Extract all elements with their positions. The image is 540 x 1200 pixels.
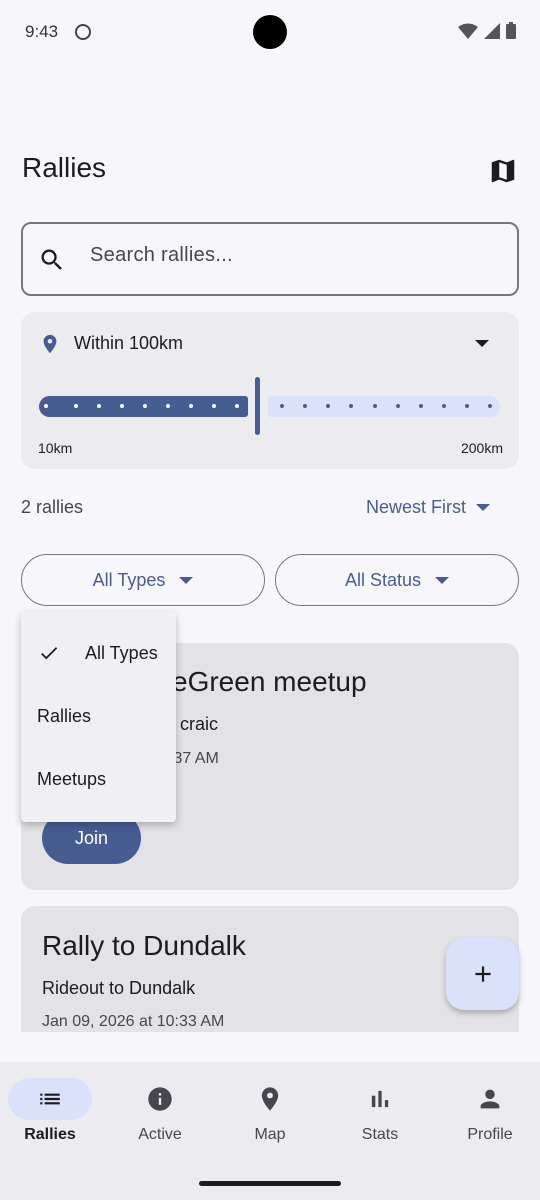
sort-label: Newest First <box>366 497 467 517</box>
type-filter-button[interactable]: All Types <box>21 554 265 606</box>
card-title: Rally to Dundalk <box>42 930 246 961</box>
slider-stop-tick <box>488 404 492 408</box>
chevron-down-icon <box>435 576 450 584</box>
distance-dropdown-caret-icon[interactable] <box>475 340 489 347</box>
page-title: Rallies <box>22 152 107 183</box>
result-count: 2 rallies <box>21 497 84 517</box>
card-subtitle: Rideout to Dundalk <box>42 978 196 998</box>
location-pin-icon <box>43 334 57 354</box>
battery-icon <box>506 22 516 39</box>
rally-card[interactable]: Rally to Dundalk Rideout to Dundalk Jan … <box>21 906 519 1032</box>
wifi-icon <box>458 23 478 39</box>
slider-stop-tick <box>349 404 353 408</box>
chevron-down-icon <box>179 576 194 584</box>
slider-stop-tick <box>465 404 469 408</box>
slider-stop-tick <box>326 404 330 408</box>
notification-icon <box>75 24 91 40</box>
slider-stop-tick <box>120 404 124 408</box>
nav-item-map[interactable]: Map <box>216 1078 324 1158</box>
slider-stop-tick <box>235 404 239 408</box>
menu-item-label: All Types <box>85 642 158 663</box>
nav-icon-wrap <box>228 1078 312 1120</box>
card-date: Jan 09, 2026 at 10:33 AM <box>42 1013 225 1030</box>
chevron-down-icon <box>476 504 491 511</box>
bar-chart-icon <box>371 1090 389 1108</box>
pin-icon <box>261 1087 279 1111</box>
slider-max-label: 200km <box>460 440 503 456</box>
card-date: :37 AM <box>169 750 219 767</box>
slider-stop-tick <box>442 404 446 408</box>
nav-icon-wrap <box>338 1078 422 1120</box>
menu-item-all-types[interactable]: All Types <box>21 622 176 684</box>
nav-label: Active <box>138 1126 182 1143</box>
slider-stop-tick <box>143 404 147 408</box>
status-icons <box>458 22 516 39</box>
slider-stop-tick <box>97 404 101 408</box>
nav-item-rallies[interactable]: Rallies <box>0 1078 104 1158</box>
menu-item-label: Meetups <box>37 768 107 789</box>
slider-stop-tick <box>44 404 48 408</box>
slider-stop-tick <box>373 404 377 408</box>
person-icon <box>480 1089 500 1109</box>
check-icon <box>41 647 58 660</box>
slider-min-label: 10km <box>38 440 73 456</box>
nav-item-stats[interactable]: Stats <box>326 1078 434 1158</box>
nav-label: Profile <box>467 1126 513 1143</box>
nav-indicator <box>8 1078 92 1120</box>
distance-label[interactable]: Within 100km <box>74 333 183 354</box>
search-icon <box>41 249 62 270</box>
menu-item-meetups[interactable]: Meetups <box>21 748 176 810</box>
type-filter-menu: All Types Rallies Meetups <box>21 612 176 822</box>
slider-stop-tick <box>303 404 307 408</box>
menu-item-label: Rallies <box>37 705 92 726</box>
search-input[interactable] <box>90 244 490 267</box>
slider-stop-tick <box>419 404 423 408</box>
slider-stop-tick <box>74 404 78 408</box>
menu-item-rallies[interactable]: Rallies <box>21 685 176 747</box>
status-time: 9:43 <box>25 22 59 41</box>
list-icon <box>40 1093 60 1105</box>
nav-label: Map <box>254 1126 286 1143</box>
nav-icon-wrap <box>448 1078 532 1120</box>
info-icon <box>148 1087 172 1111</box>
home-indicator[interactable] <box>199 1181 341 1186</box>
slider-stop-tick <box>396 404 400 408</box>
nav-item-active[interactable]: Active <box>106 1078 214 1158</box>
slider-stop-tick <box>189 404 193 408</box>
plus-icon <box>474 966 491 982</box>
signal-icon <box>484 22 500 39</box>
type-filter-label: All Types <box>92 569 166 590</box>
nav-item-profile[interactable]: Profile <box>436 1078 540 1158</box>
map-icon[interactable] <box>488 156 518 186</box>
camera-cutout <box>253 15 287 49</box>
slider-thumb[interactable] <box>255 377 260 435</box>
card-subtitle: craic <box>180 714 219 734</box>
nav-icon-wrap <box>118 1078 202 1120</box>
card-title: eGreen meetup <box>172 666 367 697</box>
status-filter-button[interactable]: All Status <box>275 554 519 606</box>
add-rally-button[interactable] <box>446 938 519 1010</box>
slider-stop-tick <box>280 404 284 408</box>
slider-stop-tick <box>166 404 170 408</box>
sort-dropdown[interactable]: Newest First <box>366 497 491 518</box>
nav-label: Rallies <box>24 1126 76 1143</box>
status-filter-label: All Status <box>344 569 422 590</box>
slider-stop-tick <box>212 404 216 408</box>
nav-label: Stats <box>361 1126 399 1143</box>
